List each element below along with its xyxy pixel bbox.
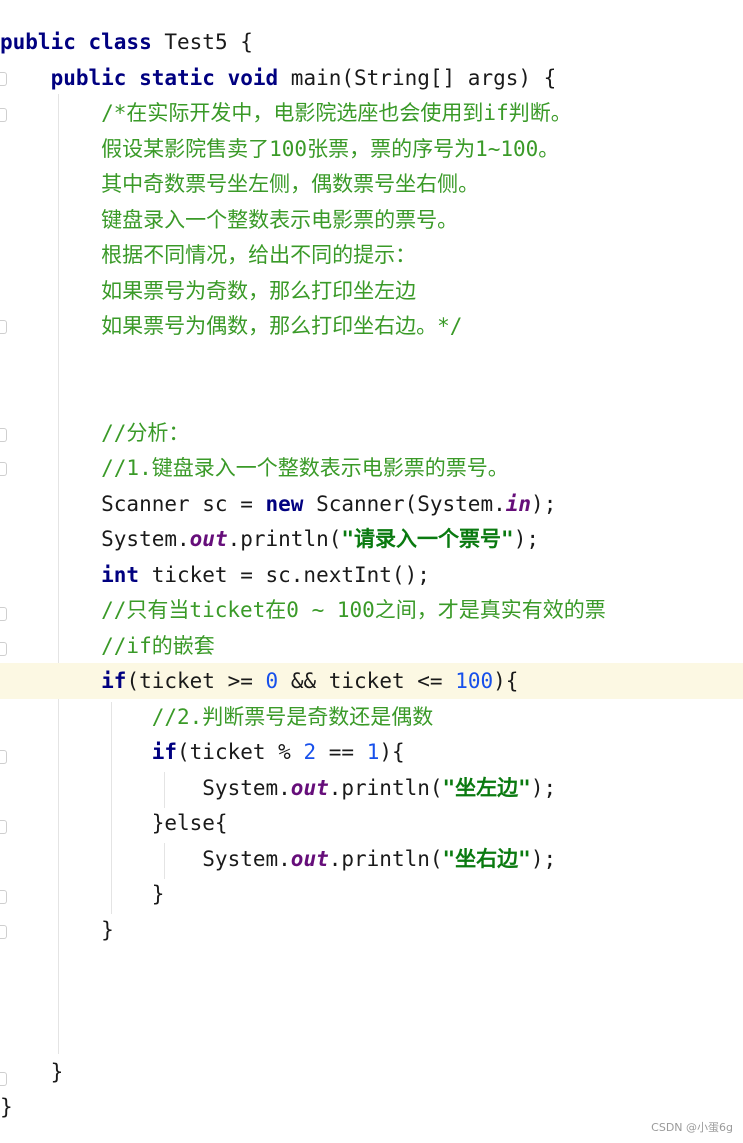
code-token: //只有当ticket在0 ~ 100之间，才是真实有效的票	[0, 598, 606, 622]
code-token: (ticket >=	[126, 669, 266, 693]
code-line[interactable]: public class Test5 {	[0, 24, 743, 60]
code-token: );	[513, 527, 539, 551]
code-token: out	[290, 775, 329, 800]
code-token: System.	[0, 775, 291, 800]
code-token: //2.判断票号是奇数还是偶数	[0, 704, 434, 729]
code-token: .println(	[328, 846, 443, 871]
code-line[interactable]: Scanner sc = new Scanner(System.in);	[0, 486, 743, 522]
code-token: );	[531, 491, 557, 516]
code-token: new	[265, 491, 317, 516]
code-line[interactable]: //if的嵌套	[0, 628, 743, 664]
code-editor[interactable]: public class Test5 { public static void …	[0, 0, 743, 1143]
code-token: 100	[455, 669, 494, 693]
code-token: if	[0, 740, 178, 764]
code-token: 键盘录入一个整数表示电影票的票号。	[0, 207, 459, 232]
code-line[interactable]: 键盘录入一个整数表示电影票的票号。	[0, 202, 743, 238]
code-line[interactable]: //只有当ticket在0 ~ 100之间，才是真实有效的票	[0, 592, 743, 628]
code-line[interactable]: }	[0, 912, 743, 948]
code-token: }	[0, 882, 165, 906]
code-line[interactable]: 如果票号为偶数，那么打印坐右边。*/	[0, 308, 743, 344]
code-token: "坐右边"	[442, 846, 531, 871]
code-line[interactable]: System.out.println("坐左边");	[0, 770, 743, 806]
code-line[interactable]: }else{	[0, 805, 743, 841]
code-line[interactable]	[0, 344, 743, 380]
code-line[interactable]: 假设某影院售卖了100张票，票的序号为1~100。	[0, 131, 743, 167]
code-token: in	[505, 491, 532, 516]
code-token: }else{	[0, 811, 228, 835]
watermark: CSDN @小蛋6g	[651, 1121, 733, 1134]
code-line[interactable]: int ticket = sc.nextInt();	[0, 557, 743, 593]
code-token: ticket = sc.nextInt();	[151, 562, 430, 587]
code-line[interactable]	[0, 947, 743, 983]
code-line[interactable]: /*在实际开发中，电影院选座也会使用到if判断。	[0, 95, 743, 131]
code-token: ==	[316, 740, 367, 764]
code-line[interactable]: //2.判断票号是奇数还是偶数	[0, 699, 743, 735]
code-line[interactable]	[0, 1018, 743, 1054]
code-line[interactable]: //分析：	[0, 415, 743, 451]
code-line[interactable]: System.out.println("请录入一个票号");	[0, 521, 743, 557]
code-token: 如果票号为偶数，那么打印坐右边。*/	[0, 314, 463, 338]
code-token: 1	[366, 740, 380, 764]
code-token: /*在实际开发中，电影院选座也会使用到if判断。	[0, 101, 572, 125]
code-token: 假设某影院售卖了100张票，票的序号为1~100。	[0, 136, 560, 161]
code-token: );	[530, 846, 557, 871]
code-token: int	[0, 562, 152, 587]
code-token: out	[189, 527, 228, 551]
code-token: .println(	[328, 775, 443, 800]
code-token: && ticket <=	[278, 669, 456, 693]
code-token: Test5 {	[164, 30, 253, 54]
code-token: 2	[303, 740, 317, 764]
code-token: public class	[0, 30, 165, 54]
code-token: main(String[] args) {	[290, 65, 557, 90]
code-token: out	[290, 846, 329, 871]
code-token: ){	[493, 669, 519, 693]
code-token: Scanner sc =	[0, 491, 266, 516]
code-token: 如果票号为奇数，那么打印坐左边	[0, 278, 417, 303]
code-token: if	[0, 669, 127, 693]
code-token: );	[530, 775, 557, 800]
code-token: }	[0, 1059, 64, 1084]
code-token: (ticket %	[177, 740, 304, 764]
code-token: //分析：	[0, 420, 190, 445]
code-line[interactable]: 根据不同情况，给出不同的提示：	[0, 237, 743, 273]
code-line[interactable]: }	[0, 1054, 743, 1090]
code-line[interactable]: }	[0, 1089, 743, 1125]
code-line[interactable]: public static void main(String[] args) {	[0, 60, 743, 96]
code-token: 根据不同情况，给出不同的提示：	[0, 243, 417, 267]
code-line[interactable]	[0, 983, 743, 1019]
code-token: Scanner(System.	[316, 491, 506, 516]
code-token: 0	[265, 669, 279, 693]
code-token: }	[0, 1095, 13, 1119]
code-token: 其中奇数票号坐左侧，偶数票号坐右侧。	[0, 172, 480, 196]
code-token: }	[0, 917, 114, 942]
code-token: //if的嵌套	[0, 633, 215, 658]
code-line[interactable]: System.out.println("坐右边");	[0, 841, 743, 877]
code-line[interactable]: }	[0, 876, 743, 912]
code-token: System.	[0, 527, 190, 551]
code-line[interactable]: if(ticket % 2 == 1){	[0, 734, 743, 770]
code-line[interactable]: 其中奇数票号坐左侧，偶数票号坐右侧。	[0, 166, 743, 202]
code-token: .println(	[227, 527, 342, 551]
code-line[interactable]: //1.键盘录入一个整数表示电影票的票号。	[0, 450, 743, 486]
code-token: ){	[379, 740, 405, 764]
code-token: //1.键盘录入一个整数表示电影票的票号。	[0, 456, 509, 480]
code-line[interactable]: 如果票号为奇数，那么打印坐左边	[0, 273, 743, 309]
code-token: "请录入一个票号"	[341, 527, 514, 551]
code-line[interactable]	[0, 379, 743, 415]
code-token: "坐左边"	[442, 775, 531, 800]
code-line[interactable]: if(ticket >= 0 && ticket <= 100){	[0, 663, 743, 699]
code-token: System.	[0, 846, 291, 871]
code-token: public static void	[0, 65, 291, 90]
